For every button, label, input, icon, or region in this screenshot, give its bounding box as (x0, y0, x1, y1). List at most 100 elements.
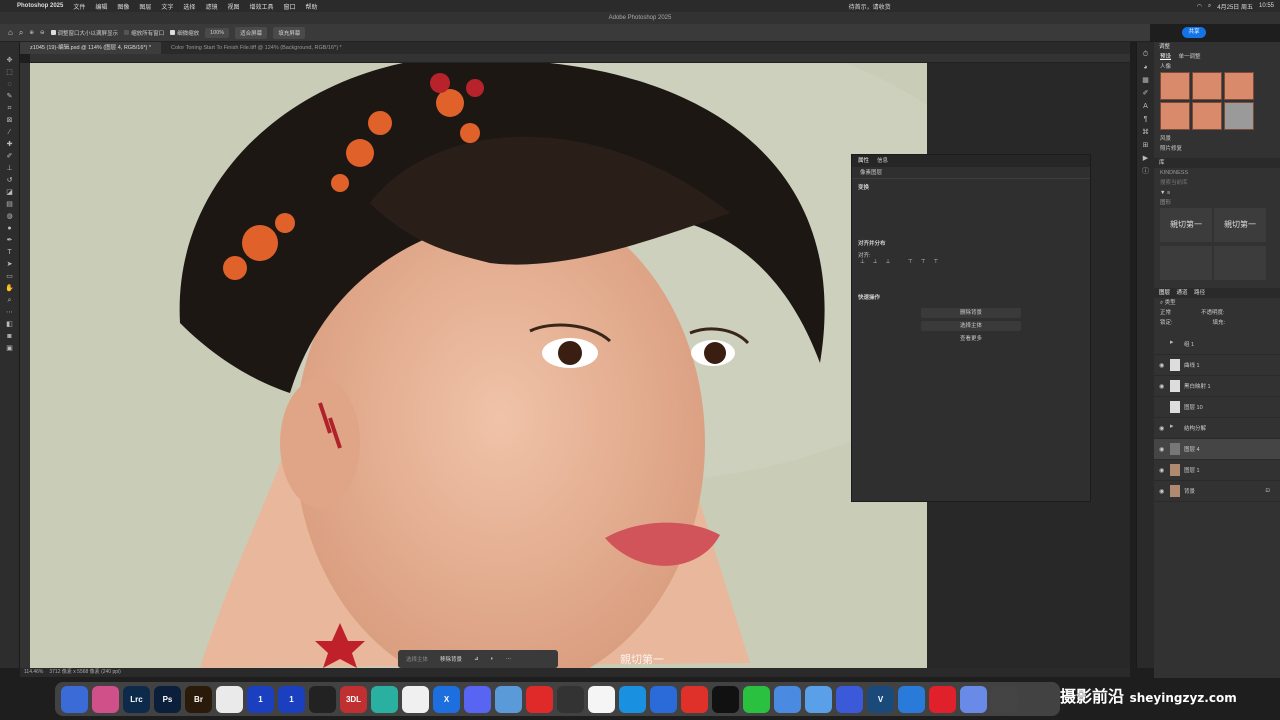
align-section[interactable]: 对齐并分布 (852, 235, 1090, 251)
transform-fields[interactable] (852, 195, 1090, 235)
dock-app-icon[interactable] (898, 685, 925, 713)
eye-icon[interactable]: ◉ (1159, 362, 1166, 369)
menu-item[interactable]: 滤镜 (200, 2, 222, 11)
path-select-icon[interactable]: ➤ (5, 260, 15, 270)
layer-row[interactable]: ◉ 背景 ⊡ (1154, 481, 1280, 502)
preset-thumb[interactable] (1160, 102, 1190, 130)
dodge-tool-icon[interactable]: ● (5, 224, 15, 234)
menu-app-name[interactable]: Photoshop 2025 (12, 3, 68, 9)
graphics-group[interactable]: 图形 (1154, 198, 1280, 208)
dock-app-icon[interactable] (216, 685, 243, 713)
color-icon[interactable]: ◕ (1141, 63, 1151, 73)
layer-row[interactable]: ◉ 曲线 1 (1154, 355, 1280, 376)
portrait-group[interactable]: 人像 (1154, 62, 1280, 72)
eye-icon[interactable]: ◉ (1159, 425, 1166, 432)
dock-app-icon[interactable] (681, 685, 708, 713)
eraser-icon[interactable]: ◪ (5, 188, 15, 198)
paragraph-icon[interactable]: ¶ (1141, 115, 1151, 125)
history-brush-icon[interactable]: ↺ (5, 176, 15, 186)
blur-tool-icon[interactable]: ◍ (5, 212, 15, 222)
eye-icon[interactable]: ◉ (1159, 467, 1166, 474)
select-subject-prop-button[interactable]: 选择主体 (921, 321, 1021, 331)
dock-app-icon[interactable]: Lrc (123, 685, 150, 713)
dock-app-icon[interactable] (774, 685, 801, 713)
dock-app-icon[interactable] (588, 685, 615, 713)
library-search[interactable]: 搜索当前库 (1154, 178, 1280, 188)
dock-app-icon[interactable] (960, 685, 987, 713)
navigator-icon[interactable]: ⊞ (1141, 141, 1151, 151)
zoom-out-icon[interactable]: ⊖ (40, 30, 45, 36)
zoom-100-button[interactable]: 100% (205, 27, 230, 38)
menu-item[interactable]: 增效工具 (244, 2, 278, 11)
clone-stamp-icon[interactable]: ⊥ (5, 164, 15, 174)
menu-item[interactable]: 图层 (134, 2, 156, 11)
preset-thumb[interactable] (1160, 72, 1190, 100)
quick-actions-section[interactable]: 快速操作 (852, 289, 1090, 305)
tab-paths[interactable]: 路径 (1194, 290, 1205, 296)
library-name[interactable]: KINDNESS (1154, 168, 1280, 178)
eye-icon[interactable]: ◉ (1159, 488, 1166, 495)
tab-layers[interactable]: 图层 (1159, 290, 1170, 296)
eye-icon[interactable]: ◉ (1159, 383, 1166, 390)
preset-thumb[interactable] (1192, 72, 1222, 100)
wifi-icon[interactable]: ◠ (1197, 3, 1202, 10)
dock-app-icon[interactable] (991, 685, 1018, 713)
color-swatches-icon[interactable]: ◧ (5, 320, 15, 330)
dock-app-icon[interactable] (557, 685, 584, 713)
quick-select-icon[interactable]: ✎ (5, 92, 15, 102)
eye-icon[interactable]: ◉ (1159, 446, 1166, 453)
tab-document-2[interactable]: Color Toning Start To Finish File.tiff @… (161, 42, 352, 54)
library-title[interactable]: 库 (1154, 158, 1280, 168)
frame-tool-icon[interactable]: ⊠ (5, 116, 15, 126)
dock-app-icon[interactable] (371, 685, 398, 713)
actions-icon[interactable]: ▶ (1141, 154, 1151, 164)
dock-app-icon[interactable] (495, 685, 522, 713)
menu-item[interactable]: 选择 (178, 2, 200, 11)
tab-properties[interactable]: 属性 (858, 155, 869, 167)
align-buttons[interactable]: ⊥⊥⊥ ⊤⊤⊤ (852, 259, 1090, 289)
layer-row[interactable]: ▸ 组 1 (1154, 334, 1280, 355)
menu-item[interactable]: 文字 (156, 2, 178, 11)
dock-app-icon[interactable] (836, 685, 863, 713)
dock-app-icon[interactable] (650, 685, 677, 713)
transform-icon[interactable]: ⊿ (470, 654, 483, 664)
fill-screen-button[interactable]: 填充屏幕 (273, 26, 306, 39)
menu-item[interactable]: 图像 (112, 2, 134, 11)
library-item[interactable]: 親切第一 (1214, 208, 1266, 242)
menu-item[interactable]: 视图 (222, 2, 244, 11)
lasso-tool-icon[interactable]: ◌ (5, 80, 15, 90)
dock-app-icon[interactable] (61, 685, 88, 713)
menu-item[interactable]: 文件 (68, 2, 90, 11)
dock-app-icon[interactable]: Br (185, 685, 212, 713)
screen-mode-icon[interactable]: ▣ (5, 344, 15, 354)
zoom-level[interactable]: 114.46% (24, 668, 43, 677)
doc-info[interactable]: 3712 像素 x 5568 像素 (240 ppi) (49, 668, 120, 677)
brush-tool-icon[interactable]: ✐ (5, 152, 15, 162)
pen-tool-icon[interactable]: ✒ (5, 236, 15, 246)
more-icon[interactable]: ⋯ (502, 654, 516, 664)
glyphs-icon[interactable]: ⌘ (1141, 128, 1151, 138)
dock-app-icon[interactable]: 1 (278, 685, 305, 713)
library-item[interactable] (1214, 246, 1266, 280)
dock-app-icon[interactable] (743, 685, 770, 713)
layer-row[interactable]: ◉ 图层 1 (1154, 460, 1280, 481)
dock-app-icon[interactable]: 3DL (340, 685, 367, 713)
dock-app-icon[interactable] (619, 685, 646, 713)
menu-item[interactable]: 帮助 (301, 2, 323, 11)
eyedropper-icon[interactable]: ⁄ (5, 128, 15, 138)
resize-windows-checkbox[interactable]: 调整窗口大小以满屏显示 (50, 29, 118, 37)
zoom-all-checkbox[interactable]: 缩放所有窗口 (124, 29, 164, 37)
dock-app-icon[interactable] (402, 685, 429, 713)
select-subject-button[interactable]: 选择主体 (402, 653, 432, 665)
dock-app-icon[interactable]: 1 (247, 685, 274, 713)
shape-tool-icon[interactable]: ▭ (5, 272, 15, 282)
remove-bg-button[interactable]: 移除背景 (436, 653, 466, 665)
dock-app-icon[interactable] (929, 685, 956, 713)
adjustments-title[interactable]: 调整 (1154, 42, 1280, 52)
layer-row[interactable]: ◉ ▸ 结构分解 (1154, 418, 1280, 439)
history-icon[interactable]: ⏱ (1141, 50, 1151, 60)
lock-row[interactable]: 锁定: 填充: (1154, 318, 1280, 328)
dock-app-icon[interactable]: Ps (154, 685, 181, 713)
info-icon[interactable]: ⓘ (1141, 167, 1151, 177)
layer-row[interactable]: 图层 10 (1154, 397, 1280, 418)
